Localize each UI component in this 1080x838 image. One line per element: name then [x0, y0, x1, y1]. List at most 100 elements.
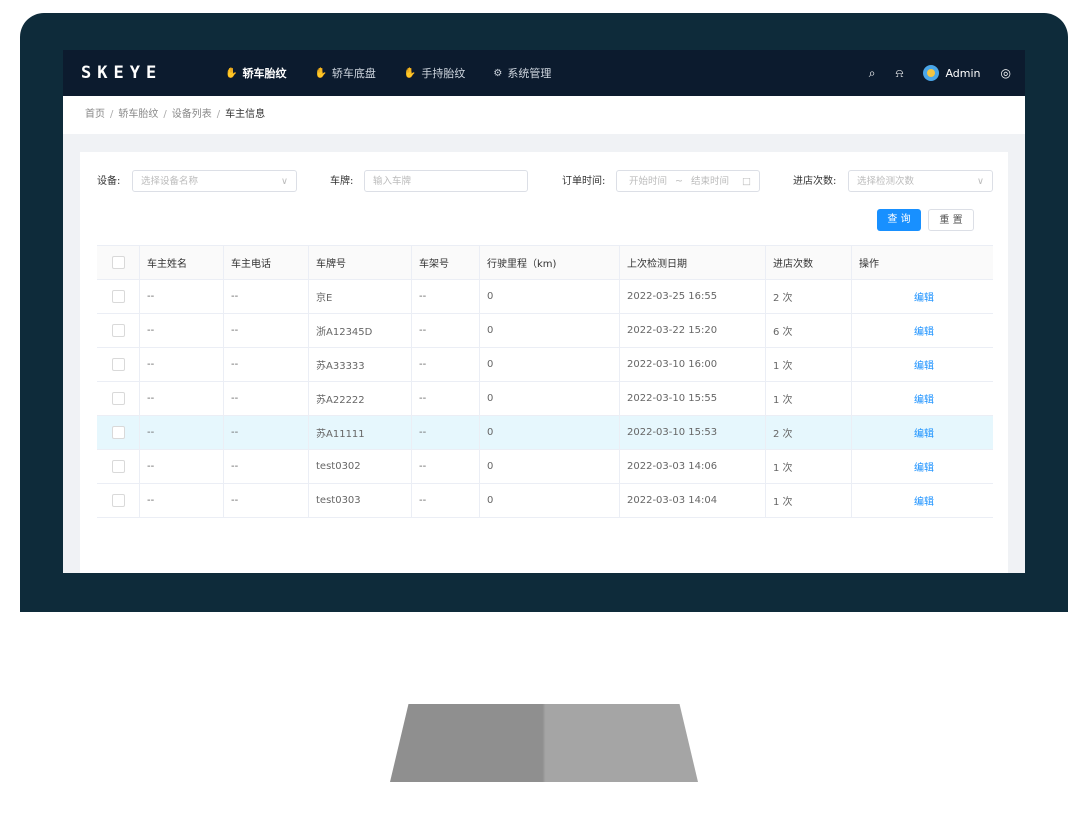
- cell-plate: 苏A11111: [309, 416, 412, 449]
- table-row[interactable]: -- -- test0303 -- 0 2022-03-03 14:04 1 次编辑: [97, 484, 993, 518]
- cell-last-check: 2022-03-03 14:06: [620, 450, 766, 483]
- cell-last-check: 2022-03-10 15:55: [620, 382, 766, 415]
- header-mileage: 行驶里程（km): [480, 246, 620, 279]
- row-checkbox[interactable]: [111, 290, 125, 303]
- row-checkbox[interactable]: [111, 358, 125, 371]
- plate-label: 车牌:: [330, 176, 354, 187]
- cell-plate: 苏A33333: [309, 348, 412, 381]
- cell-owner-phone: --: [224, 382, 309, 415]
- row-checkbox[interactable]: [111, 426, 125, 439]
- avatar[interactable]: [923, 65, 940, 81]
- table-row[interactable]: -- -- 苏A11111 -- 0 2022-03-10 15:53 2 次编辑: [97, 416, 993, 450]
- cell-vin: --: [412, 450, 480, 483]
- cell-visits: 2 次: [766, 416, 852, 449]
- row-checkbox[interactable]: [111, 494, 125, 507]
- nav-item-car-chassis[interactable]: ✋ 轿车底盘: [314, 65, 375, 81]
- search-icon[interactable]: ⌕: [869, 66, 876, 81]
- cell-last-check: 2022-03-10 15:53: [620, 416, 766, 449]
- cell-mileage: 0: [480, 450, 620, 483]
- range-separator: ~: [675, 176, 684, 187]
- nav-item-handheld-tire[interactable]: ✋ 手持胎纹: [404, 65, 465, 81]
- cell-mileage: 0: [480, 416, 620, 449]
- cell-owner-phone: --: [224, 314, 309, 347]
- device-select[interactable]: 选择设备名称 ∨: [132, 170, 297, 192]
- breadcrumb-home[interactable]: 首页: [85, 109, 105, 120]
- cell-last-check: 2022-03-10 16:00: [620, 348, 766, 381]
- row-checkbox[interactable]: [111, 460, 125, 473]
- table-row[interactable]: -- -- 浙A12345D -- 0 2022-03-22 15:20 6 次编辑: [97, 314, 993, 348]
- cell-owner-phone: --: [224, 416, 309, 449]
- plate-input[interactable]: 输入车牌: [364, 170, 528, 192]
- cell-plate: 浙A12345D: [309, 314, 412, 347]
- nav-actions: ⌕ ⍾ Admin ◎: [849, 65, 1011, 81]
- cell-mileage: 0: [480, 348, 620, 381]
- cell-visits: 1 次: [766, 484, 852, 517]
- cell-vin: --: [412, 416, 480, 449]
- header-owner-name: 车主姓名: [140, 246, 224, 279]
- nav-item-system[interactable]: ⚙ 系统管理: [493, 65, 551, 81]
- header-last-check: 上次检测日期: [620, 246, 766, 279]
- visits-select[interactable]: 选择检测次数 ∨: [848, 170, 993, 192]
- table-row[interactable]: -- -- test0302 -- 0 2022-03-03 14:06 1 次编辑: [97, 450, 993, 484]
- edit-link[interactable]: 编辑: [914, 493, 934, 508]
- table-row[interactable]: -- -- 京E -- 0 2022-03-25 16:55 2 次编辑: [97, 280, 993, 314]
- cell-vin: --: [412, 348, 480, 381]
- select-all-checkbox[interactable]: [111, 256, 125, 269]
- visits-placeholder: 选择检测次数: [857, 176, 915, 187]
- nav-menu: ✋ 轿车胎纹 ✋ 轿车底盘 ✋ 手持胎纹 ⚙ 系统管理: [225, 65, 579, 81]
- header-plate: 车牌号: [309, 246, 412, 279]
- date-range-picker[interactable]: 开始时间 ~ 结束时间 □: [616, 170, 760, 192]
- table-row[interactable]: -- -- 苏A22222 -- 0 2022-03-10 15:55 1 次编辑: [97, 382, 993, 416]
- cell-owner-name: --: [140, 382, 224, 415]
- row-checkbox[interactable]: [111, 392, 125, 405]
- cell-owner-phone: --: [224, 348, 309, 381]
- cell-mileage: 0: [480, 382, 620, 415]
- edit-link[interactable]: 编辑: [914, 323, 934, 338]
- reset-button[interactable]: 重 置: [928, 209, 974, 231]
- edit-link[interactable]: 编辑: [914, 459, 934, 474]
- brand-logo: SKEYE: [81, 63, 163, 83]
- cell-plate: 京E: [309, 280, 412, 313]
- gear-icon: ⚙: [493, 67, 503, 79]
- cell-mileage: 0: [480, 280, 620, 313]
- globe-icon[interactable]: ◎: [1001, 66, 1011, 80]
- username[interactable]: Admin: [945, 67, 980, 80]
- cell-owner-phone: --: [224, 280, 309, 313]
- table-row[interactable]: -- -- 苏A33333 -- 0 2022-03-10 16:00 1 次编辑: [97, 348, 993, 382]
- cell-plate: 苏A22222: [309, 382, 412, 415]
- query-button[interactable]: 查 询: [877, 209, 921, 231]
- screen: SKEYE ✋ 轿车胎纹 ✋ 轿车底盘 ✋ 手持胎纹 ⚙ 系统管理 ⌕ ⍾ Ad: [63, 50, 1025, 573]
- breadcrumb: 首页 / 轿车胎纹 / 设备列表 / 车主信息: [63, 96, 1025, 134]
- edit-link[interactable]: 编辑: [914, 357, 934, 372]
- edit-link[interactable]: 编辑: [914, 391, 934, 406]
- cell-last-check: 2022-03-03 14:04: [620, 484, 766, 517]
- edit-link[interactable]: 编辑: [914, 289, 934, 304]
- cell-mileage: 0: [480, 484, 620, 517]
- cell-visits: 2 次: [766, 280, 852, 313]
- header-owner-phone: 车主电话: [224, 246, 309, 279]
- edit-link[interactable]: 编辑: [914, 425, 934, 440]
- table-body: -- -- 京E -- 0 2022-03-25 16:55 2 次编辑 -- -- 浙A1234…: [97, 280, 993, 518]
- nav-item-label: 轿车胎纹: [242, 67, 287, 80]
- cell-last-check: 2022-03-22 15:20: [620, 314, 766, 347]
- cell-plate: test0302: [309, 450, 412, 483]
- cell-vin: --: [412, 280, 480, 313]
- cell-owner-phone: --: [224, 450, 309, 483]
- breadcrumb-device-list[interactable]: 设备列表: [172, 109, 212, 120]
- thumb-icon: ✋: [225, 67, 238, 79]
- nav-item-car-tire[interactable]: ✋ 轿车胎纹: [225, 65, 286, 81]
- visits-label: 进店次数:: [793, 176, 837, 187]
- bell-icon[interactable]: ⍾: [896, 66, 904, 81]
- breadcrumb-car-tire[interactable]: 轿车胎纹: [118, 109, 158, 120]
- cell-vin: --: [412, 314, 480, 347]
- cell-owner-name: --: [140, 314, 224, 347]
- cell-owner-name: --: [140, 280, 224, 313]
- filter-bar: 设备: 选择设备名称 ∨ 车牌: 输入车牌 订单时间: 开始时间 ~ 结束时间 …: [97, 170, 993, 194]
- calendar-icon: □: [742, 176, 751, 187]
- row-checkbox[interactable]: [111, 324, 125, 337]
- main-panel: 设备: 选择设备名称 ∨ 车牌: 输入车牌 订单时间: 开始时间 ~ 结束时间 …: [80, 152, 1008, 573]
- top-nav: SKEYE ✋ 轿车胎纹 ✋ 轿车底盘 ✋ 手持胎纹 ⚙ 系统管理 ⌕ ⍾ Ad: [63, 50, 1025, 96]
- end-date-placeholder: 结束时间: [691, 176, 730, 187]
- plate-placeholder: 输入车牌: [373, 176, 412, 187]
- nav-item-label: 手持胎纹: [421, 67, 466, 80]
